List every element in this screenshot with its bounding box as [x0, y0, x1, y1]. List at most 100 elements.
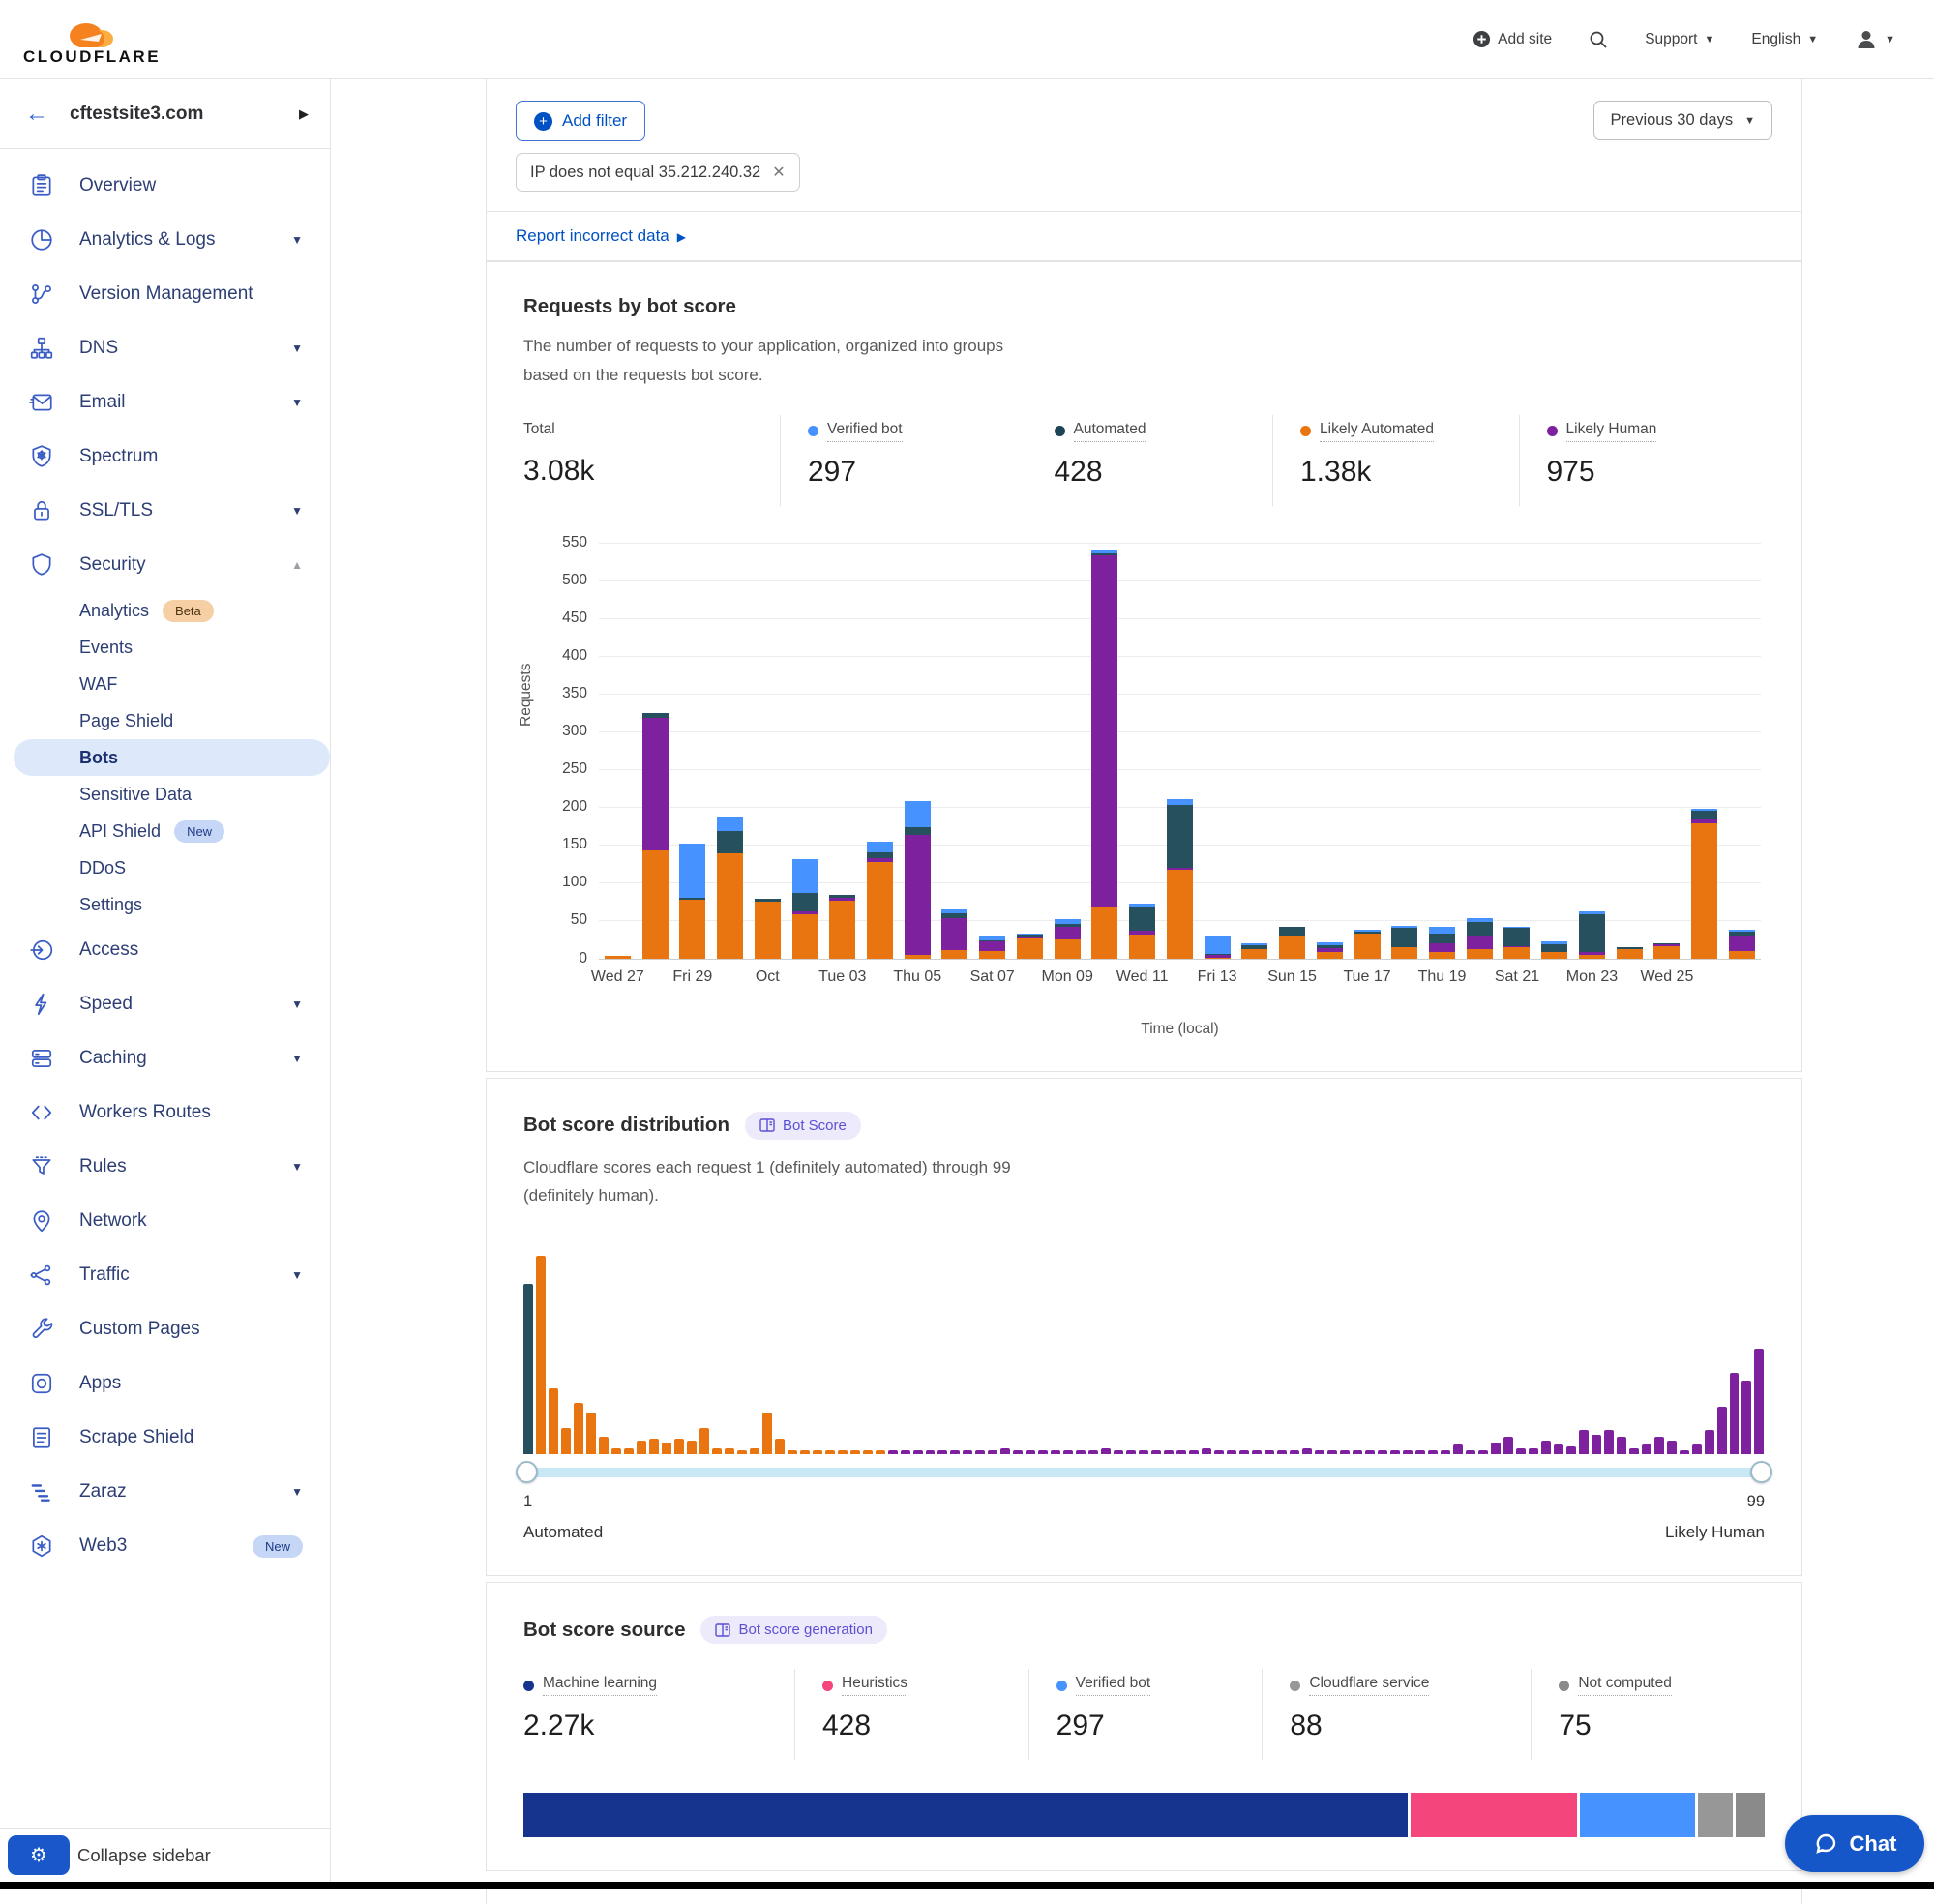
sidebar-item-analytics-logs[interactable]: Analytics & Logs▼: [0, 213, 330, 267]
sidebar-item-label: Security: [79, 554, 291, 576]
stat-label[interactable]: Machine learning: [543, 1675, 657, 1696]
sidebar-item-network[interactable]: Network: [0, 1194, 330, 1248]
sidebar-item-version-management[interactable]: Version Management: [0, 267, 330, 321]
web3-icon: [29, 1533, 54, 1559]
bar-segment: [1653, 946, 1680, 959]
histogram-bar: [737, 1450, 747, 1454]
sidebar-item-traffic[interactable]: Traffic▼: [0, 1248, 330, 1302]
sidebar-item-analytics[interactable]: AnalyticsBeta: [0, 592, 330, 629]
sidebar-item-email[interactable]: Email▼: [0, 375, 330, 430]
sidebar-item-spectrum[interactable]: Spectrum: [0, 430, 330, 484]
y-tick-label: 100: [537, 874, 587, 891]
stat-label[interactable]: Verified bot: [827, 421, 903, 442]
bot-score-badge[interactable]: Bot Score: [745, 1112, 861, 1140]
histogram-bar: [775, 1439, 785, 1454]
sidebar-item-access[interactable]: Access: [0, 923, 330, 977]
search-icon[interactable]: [1589, 30, 1608, 49]
cloudflare-cloud-icon: [57, 13, 127, 51]
sidebar-item-ssl-tls[interactable]: SSL/TLS▼: [0, 484, 330, 538]
chat-button[interactable]: Chat: [1785, 1815, 1924, 1872]
sidebar-item-workers-routes[interactable]: Workers Routes: [0, 1086, 330, 1140]
histogram-bar: [1617, 1437, 1626, 1454]
sidebar-item-rules[interactable]: Rules▼: [0, 1140, 330, 1194]
add-site-button[interactable]: Add site: [1473, 30, 1552, 48]
y-axis-label: Requests: [518, 663, 535, 726]
stat-label[interactable]: Cloudflare service: [1309, 1675, 1429, 1696]
cloudflare-logo[interactable]: CLOUDFLARE: [19, 13, 164, 67]
source-segment-cloudflare-service: [1698, 1793, 1732, 1837]
sidebar-item-custom-pages[interactable]: Custom Pages: [0, 1302, 330, 1356]
stat-label[interactable]: Likely Automated: [1320, 421, 1434, 442]
sidebar-item-caching[interactable]: Caching▼: [0, 1031, 330, 1086]
histogram-bar: [687, 1441, 697, 1454]
requests-stacked-bar-chart: Requests05010015020025030035040045050055…: [523, 533, 1765, 1038]
histogram-bar: [1189, 1450, 1199, 1454]
y-tick-label: 300: [537, 723, 587, 740]
report-incorrect-data-link[interactable]: Report incorrect data▶: [516, 226, 686, 245]
histogram-bar: [750, 1448, 759, 1454]
plus-icon: +: [534, 112, 552, 131]
bar-segment: [717, 831, 743, 853]
back-arrow-icon[interactable]: ←: [25, 101, 48, 128]
sidebar-item-dns[interactable]: DNS▼: [0, 321, 330, 375]
sidebar-item-security[interactable]: Security▲: [0, 538, 330, 592]
score-range-slider[interactable]: [525, 1468, 1763, 1477]
sidebar-item-settings[interactable]: Settings: [0, 886, 330, 923]
histogram-bar: [850, 1450, 860, 1454]
stat-label[interactable]: Verified bot: [1076, 1675, 1151, 1696]
sidebar-item-events[interactable]: Events: [0, 629, 330, 666]
pin-icon: [29, 1208, 54, 1234]
sidebar-item-bots[interactable]: Bots: [14, 739, 330, 776]
share-icon: [29, 1263, 54, 1288]
histogram-bar: [863, 1450, 873, 1454]
bar-segment: [1167, 870, 1193, 959]
bar-segment: [1729, 951, 1755, 959]
legend-dot: [822, 1681, 833, 1691]
bar-segment: [1467, 949, 1493, 958]
time-range-select[interactable]: Previous 30 days ▼: [1593, 101, 1772, 140]
sidebar-item-label: Spectrum: [79, 446, 303, 467]
support-menu[interactable]: Support▼: [1645, 31, 1714, 48]
sidebar-item-label: DDoS: [79, 858, 126, 878]
sidebar-item-scrape-shield[interactable]: Scrape Shield: [0, 1411, 330, 1465]
sidebar-item-apps[interactable]: Apps: [0, 1356, 330, 1411]
bot-score-generation-badge[interactable]: Bot score generation: [700, 1616, 886, 1644]
bar-segment: [792, 893, 818, 912]
stat-label[interactable]: Heuristics: [842, 1675, 907, 1696]
sidebar-item-ddos[interactable]: DDoS: [0, 849, 330, 886]
slider-handle-max[interactable]: [1750, 1461, 1772, 1483]
filter-chip[interactable]: IP does not equal 35.212.240.32 ✕: [516, 153, 800, 192]
sidebar-item-speed[interactable]: Speed▼: [0, 977, 330, 1031]
sidebar-item-waf[interactable]: WAF: [0, 666, 330, 702]
histogram-bar: [1516, 1448, 1526, 1454]
bar-segment: [1691, 811, 1717, 819]
stat-label[interactable]: Automated: [1074, 421, 1146, 442]
slider-handle-min[interactable]: [516, 1461, 538, 1483]
sidebar-item-page-shield[interactable]: Page Shield: [0, 702, 330, 739]
bar-segment: [1091, 907, 1117, 958]
bar-segment: [642, 718, 669, 850]
settings-gear-button[interactable]: ⚙: [8, 1835, 70, 1875]
stat-label[interactable]: Not computed: [1578, 1675, 1672, 1696]
sidebar-item-sensitive-data[interactable]: Sensitive Data: [0, 776, 330, 813]
bar-segment: [1579, 914, 1605, 951]
sidebar-item-api-shield[interactable]: API ShieldNew: [0, 813, 330, 849]
source-segment-machine-learning: [523, 1793, 1408, 1837]
bar-segment: [941, 950, 967, 959]
add-filter-button[interactable]: + Add filter: [516, 101, 645, 141]
legend-dot: [1300, 426, 1311, 436]
stat-label[interactable]: Likely Human: [1566, 421, 1657, 442]
collapse-sidebar-button[interactable]: Collapse sidebar: [77, 1845, 211, 1866]
sidebar-item-label: Scrape Shield: [79, 1427, 303, 1448]
close-icon[interactable]: ✕: [772, 163, 785, 182]
account-menu[interactable]: ▼: [1855, 28, 1895, 51]
sidebar-item-overview[interactable]: Overview: [0, 159, 330, 213]
sidebar-item-web3[interactable]: Web3New: [0, 1519, 330, 1573]
histogram-bar: [963, 1450, 972, 1454]
histogram-bar: [1088, 1450, 1098, 1454]
chevron-right-icon[interactable]: ▶: [299, 106, 309, 122]
stat-machine-learning: Machine learning2.27k: [523, 1669, 794, 1760]
language-menu[interactable]: English▼: [1751, 31, 1818, 48]
y-tick-label: 400: [537, 647, 587, 665]
sidebar-item-zaraz[interactable]: Zaraz▼: [0, 1465, 330, 1519]
